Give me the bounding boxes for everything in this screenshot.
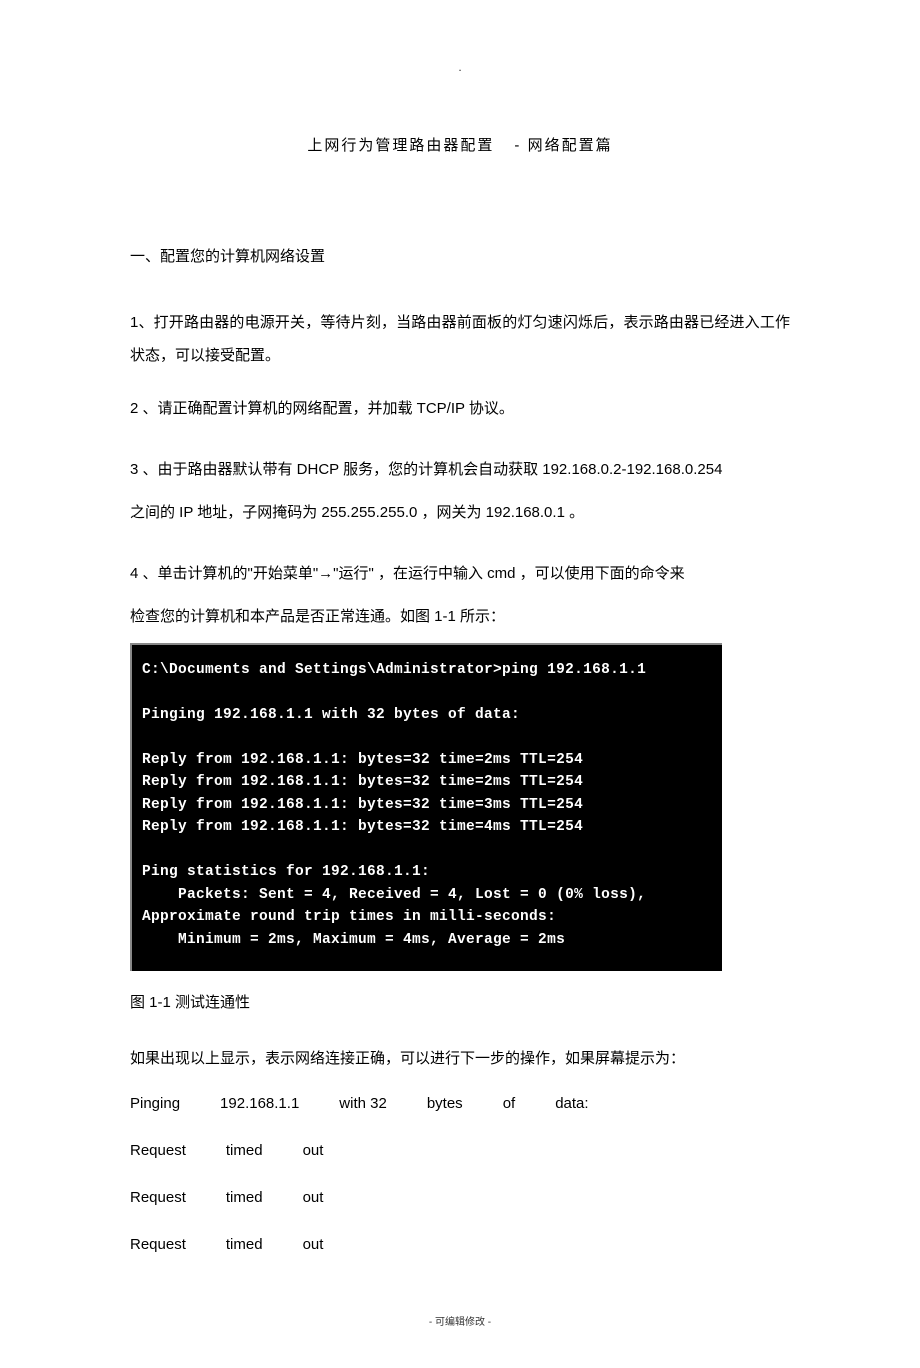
header-mark: . (130, 60, 790, 74)
paragraph-5: 如果出现以上显示，表示网络连接正确，可以进行下一步的操作，如果屏幕提示为： (130, 1042, 790, 1075)
paragraph-4a: 4 、单击计算机的"开始菜单"→"运行" ，在运行中输入 cmd ，可以使用下面… (130, 557, 790, 590)
timeout-line-2: Requesttimedout (130, 1189, 790, 1206)
title-part-2: - 网络配置篇 (514, 137, 612, 154)
ping-line: Pinging192.168.1.1with 32bytesofdata: (130, 1095, 790, 1112)
paragraph-2: 2 、请正确配置计算机的网络配置，并加载 TCP/IP 协议。 (130, 392, 790, 425)
paragraph-3a: 3 、由于路由器默认带有 DHCP 服务，您的计算机会自动获取 192.168.… (130, 453, 790, 486)
timeout-line-1: Requesttimedout (130, 1142, 790, 1159)
timeout-line-3: Requesttimedout (130, 1236, 790, 1253)
paragraph-1: 1、打开路由器的电源开关，等待片刻，当路由器前面板的灯匀速闪烁后，表示路由器已经… (130, 306, 790, 372)
document-title: 上网行为管理路由器配置 - 网络配置篇 (130, 134, 790, 155)
paragraph-4b: 检查您的计算机和本产品是否正常连通。如图 1-1 所示： (130, 600, 790, 633)
section-heading-1: 一、配置您的计算机网络设置 (130, 245, 790, 266)
title-part-1: 上网行为管理路由器配置 (307, 137, 494, 154)
page-footer: - 可编辑修改 - (130, 1313, 790, 1328)
paragraph-3b: 之间的 IP 地址，子网掩码为 255.255.255.0 ，网关为 192.1… (130, 496, 790, 529)
figure-caption: 图 1-1 测试连通性 (130, 991, 790, 1012)
document-page: . 上网行为管理路由器配置 - 网络配置篇 一、配置您的计算机网络设置 1、打开路… (0, 0, 920, 1368)
terminal-output: C:\Documents and Settings\Administrator>… (130, 643, 722, 971)
